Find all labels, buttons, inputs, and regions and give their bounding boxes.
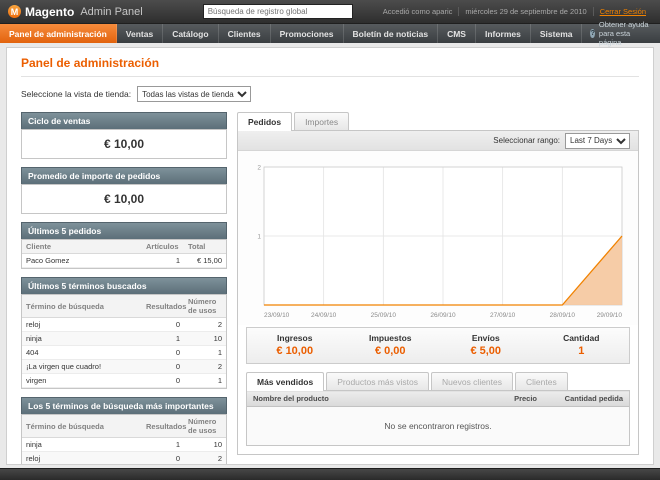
top-search-terms-title: Los 5 términos de búsqueda más important… [21, 397, 227, 414]
table-row[interactable]: ¡La virgen que cuadro! 0 2 [22, 359, 226, 374]
global-search-input[interactable] [202, 4, 353, 19]
dashboard-right-column: Pedidos Importes Seleccionar rango: Last… [237, 112, 639, 455]
orders-chart-svg: 1 2 23/09/10 24/09/10 25/09/10 26/09/10 27/09/… [257, 165, 623, 319]
stat-tax: Impuestos € 0,00 [368, 333, 412, 357]
nav-newsletter[interactable]: Boletín de noticias [344, 24, 439, 43]
table-header-row: Cliente Artículos Total [22, 240, 226, 254]
nav-system[interactable]: Sistema [531, 24, 583, 43]
tab-most-viewed[interactable]: Productos más vistos [326, 372, 429, 390]
logo-subtitle: Admin Panel [80, 5, 143, 18]
last-orders-panel: Últimos 5 pedidos Cliente Artículos Tota… [21, 222, 227, 269]
last-orders-table: Cliente Artículos Total Paco Gomez 1 € 1… [22, 240, 226, 268]
stat-revenue: Ingresos € 10,00 [276, 333, 314, 357]
empty-row: No se encontraron registros. [247, 406, 629, 445]
tab-amounts[interactable]: Importes [294, 112, 350, 130]
top-search-terms-table: Término de búsqueda Resultados Número de… [22, 415, 226, 464]
nav-promotions[interactable]: Promociones [271, 24, 344, 43]
svg-text:27/09/10: 27/09/10 [490, 312, 516, 319]
svg-text:25/09/10: 25/09/10 [371, 312, 397, 319]
tab-bestsellers[interactable]: Más vendidos [246, 372, 325, 391]
tab-customers[interactable]: Clientes [515, 372, 568, 390]
table-row[interactable]: reloj 0 2 [22, 317, 226, 332]
session-info: Accedió como aparic miércoles 29 de sept… [377, 7, 652, 16]
top-search-terms-panel: Los 5 términos de búsqueda más important… [21, 397, 227, 464]
table-row[interactable]: virgen 0 1 [22, 373, 226, 388]
chart-tabs: Pedidos Importes [237, 112, 639, 131]
top-header: M Magento Admin Panel Accedió como apari… [0, 0, 660, 24]
table-row[interactable]: ninja 1 10 [22, 437, 226, 452]
range-select[interactable]: Last 7 Days [565, 132, 630, 149]
page-title: Panel de administración [21, 56, 639, 77]
svg-text:24/09/10: 24/09/10 [311, 312, 337, 319]
orders-chart: 1 2 23/09/10 24/09/10 25/09/10 26/09/10 27/09/… [238, 151, 638, 325]
tab-orders[interactable]: Pedidos [237, 112, 293, 131]
average-orders-title: Promedio de importe de pedidos [21, 167, 227, 184]
range-selector-row: Seleccionar rango: Last 7 Days [238, 131, 638, 151]
help-icon: ? [590, 29, 595, 38]
nav-sales[interactable]: Ventas [117, 24, 164, 43]
nav-reports[interactable]: Informes [476, 24, 531, 43]
tab-new-customers[interactable]: Nuevos clientes [431, 372, 514, 390]
range-label: Seleccionar rango: [493, 136, 560, 145]
table-row[interactable]: 404 0 1 [22, 345, 226, 360]
last-search-terms-table: Término de búsqueda Resultados Número de… [22, 295, 226, 388]
footer-bar [0, 468, 660, 480]
svg-text:1: 1 [257, 234, 261, 241]
table-header-row: Nombre del producto Precio Cantidad pedi… [247, 390, 629, 407]
stat-shipping: Envíos € 5,00 [470, 333, 502, 357]
lifetime-sales-panel: Ciclo de ventas € 10,00 [21, 112, 227, 159]
page-help-link[interactable]: ? Obtener ayuda para esta página [582, 20, 660, 47]
table-row[interactable]: reloj 0 2 [22, 451, 226, 464]
magento-logo-icon: M [8, 5, 21, 18]
store-view-select[interactable]: Todas las vistas de tienda [137, 86, 252, 102]
main-nav: Panel de administración Ventas Catálogo … [0, 20, 660, 47]
magento-admin-screen: M Magento Admin Panel Accedió como apari… [0, 0, 660, 480]
nav-cms[interactable]: CMS [438, 24, 476, 43]
help-label: Obtener ayuda para esta página [598, 20, 649, 47]
table-row[interactable]: ninja 1 10 [22, 331, 226, 346]
average-orders-panel: Promedio de importe de pedidos € 10,00 [21, 167, 227, 214]
stat-quantity: Cantidad 1 [563, 333, 600, 357]
table-row[interactable]: Paco Gomez 1 € 15,00 [22, 253, 226, 268]
orders-tab-panel: Seleccionar rango: Last 7 Days 1 2 23/09/1… [237, 130, 639, 455]
dashboard-content: Panel de administración Seleccione la vi… [6, 47, 654, 465]
svg-text:23/09/10: 23/09/10 [264, 312, 290, 319]
bottom-tabs: Más vendidos Productos más vistos Nuevos… [246, 372, 630, 391]
svg-text:29/09/10: 29/09/10 [597, 312, 623, 319]
svg-text:28/09/10: 28/09/10 [550, 312, 576, 319]
bestsellers-table-wrap: Nombre del producto Precio Cantidad pedi… [246, 390, 630, 446]
nav-dashboard[interactable]: Panel de administración [0, 24, 117, 43]
svg-text:26/09/10: 26/09/10 [430, 312, 456, 319]
logout-link[interactable]: Cerrar Sesión [592, 7, 652, 16]
empty-message: No se encontraron registros. [247, 406, 629, 445]
nav-customers[interactable]: Clientes [219, 24, 271, 43]
last-orders-title: Últimos 5 pedidos [21, 222, 227, 239]
lifetime-sales-title: Ciclo de ventas [21, 112, 227, 129]
last-search-terms-title: Últimos 5 términos buscados [21, 277, 227, 294]
bestsellers-table: Nombre del producto Precio Cantidad pedi… [247, 390, 629, 445]
logged-in-as: Accedió como aparic [382, 7, 453, 16]
last-search-terms-panel: Últimos 5 términos buscados Término de b… [21, 277, 227, 389]
svg-text:2: 2 [257, 165, 261, 172]
nav-catalog[interactable]: Catálogo [163, 24, 219, 43]
table-header-row: Término de búsqueda Resultados Número de… [22, 295, 226, 318]
table-header-row: Término de búsqueda Resultados Número de… [22, 415, 226, 438]
current-date: miércoles 29 de septiembre de 2010 [458, 7, 592, 16]
dashboard-left-column: Ciclo de ventas € 10,00 Promedio de impo… [21, 112, 227, 464]
store-view-row: Seleccione la vista de tienda: Todas las… [21, 86, 639, 102]
magento-logo: M Magento Admin Panel [8, 5, 143, 19]
logo-text: Magento [25, 4, 75, 19]
lifetime-sales-value: € 10,00 [103, 137, 145, 151]
store-view-label: Seleccione la vista de tienda: [21, 89, 132, 99]
average-orders-value: € 10,00 [103, 192, 145, 206]
totals-bar: Ingresos € 10,00 Impuestos € 0,00 Envíos… [246, 327, 630, 364]
